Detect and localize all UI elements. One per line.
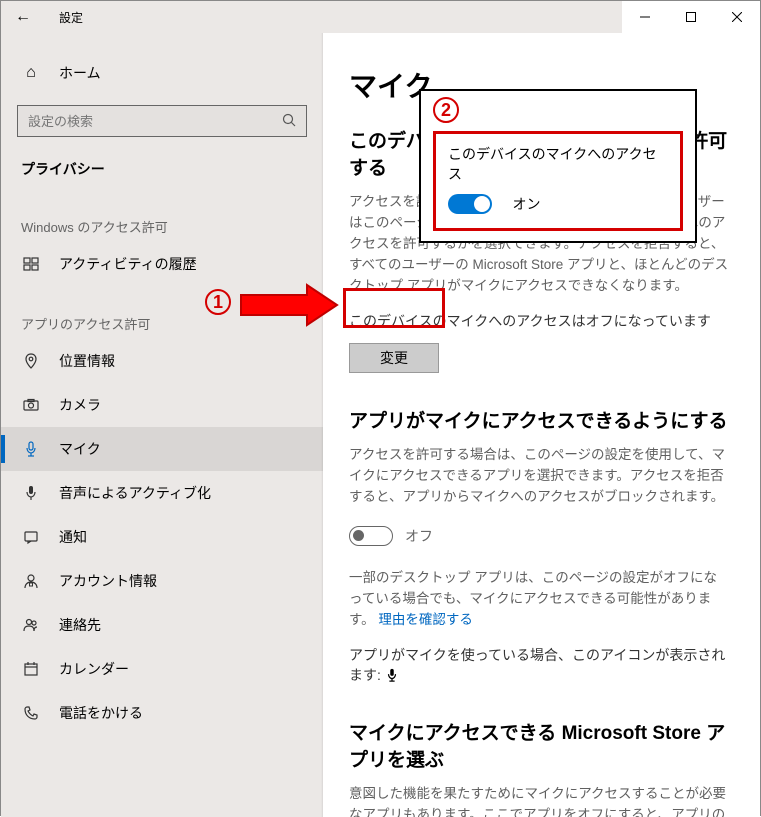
popup-toggle-label: オン (512, 196, 540, 212)
phone-icon (21, 705, 41, 721)
sidebar-item-label: カレンダー (59, 659, 129, 679)
microphone-indicator-icon (385, 668, 399, 685)
annotation-highlight-popup: このデバイスのマイクへのアクセス オン (433, 131, 683, 231)
section-heading: アプリがマイクにアクセスできるようにする (349, 409, 730, 436)
titlebar: ← 設定 (1, 1, 760, 33)
section-heading: マイクにアクセスできる Microsoft Store アプリを選ぶ (349, 721, 730, 774)
sidebar: ⌂ ホーム プライバシー Windows のアクセス許可 アクティビティの履歴 … (1, 33, 323, 817)
account-icon (21, 573, 41, 589)
search-box[interactable] (17, 105, 307, 137)
mic-indicator-note: アプリがマイクを使っている場合、このアイコンが表示されます: (349, 645, 730, 685)
popup-toggle-on[interactable] (448, 194, 492, 214)
search-input[interactable] (28, 114, 282, 129)
sidebar-item-camera[interactable]: カメラ (1, 383, 323, 427)
back-button[interactable]: ← (1, 1, 45, 33)
category-label: プライバシー (1, 137, 323, 189)
home-icon: ⌂ (21, 64, 41, 82)
maximize-button[interactable] (668, 1, 714, 33)
home-label: ホーム (59, 63, 101, 83)
toggle-state-label: オフ (405, 526, 433, 546)
search-icon (282, 113, 296, 130)
popup-title: このデバイスのマイクへのアクセス (448, 144, 668, 184)
learn-why-link[interactable]: 理由を確認する (378, 612, 473, 627)
sidebar-item-account-info[interactable]: アカウント情報 (1, 559, 323, 603)
section-store-apps: マイクにアクセスできる Microsoft Store アプリを選ぶ 意図した機… (349, 721, 730, 817)
annotation-marker-1: 1 (205, 289, 231, 315)
sidebar-item-label: カメラ (59, 395, 101, 415)
home-nav[interactable]: ⌂ ホーム (1, 55, 323, 91)
annotation-marker-2: 2 (433, 97, 459, 123)
annotation-popup: このデバイスのマイクへのアクセス オン (419, 89, 697, 243)
section-app-access: アプリがマイクにアクセスできるようにする アクセスを許可する場合は、このページの… (349, 409, 730, 685)
contacts-icon (21, 617, 41, 633)
app-access-toggle[interactable] (349, 526, 393, 546)
sidebar-item-label: 通知 (59, 527, 87, 547)
sidebar-item-label: アクティビティの履歴 (59, 254, 197, 274)
sidebar-item-label: アカウント情報 (59, 571, 157, 591)
sidebar-item-label: 音声によるアクティブ化 (59, 483, 211, 503)
sidebar-item-label: 位置情報 (59, 351, 115, 371)
minimize-button[interactable] (622, 1, 668, 33)
sidebar-item-phone-calls[interactable]: 電話をかける (1, 691, 323, 735)
sidebar-item-label: 連絡先 (59, 615, 101, 635)
sidebar-item-activity-history[interactable]: アクティビティの履歴 (1, 242, 323, 286)
sidebar-item-voice-activation[interactable]: 音声によるアクティブ化 (1, 471, 323, 515)
history-icon (21, 256, 41, 272)
section-description: 意図した機能を果たすためにマイクにアクセスすることが必要なアプリもあります。ここ… (349, 784, 730, 817)
annotation-highlight-change-button (343, 288, 445, 328)
sidebar-item-location[interactable]: 位置情報 (1, 339, 323, 383)
voice-icon (21, 485, 41, 501)
sidebar-item-notifications[interactable]: 通知 (1, 515, 323, 559)
desktop-apps-note: 一部のデスクトップ アプリは、このページの設定がオフになっている場合でも、マイク… (349, 568, 730, 631)
microphone-icon (21, 441, 41, 457)
close-button[interactable] (714, 1, 760, 33)
camera-icon (21, 397, 41, 413)
change-button[interactable]: 変更 (349, 343, 439, 373)
annotation-arrow-1 (237, 283, 341, 327)
calendar-icon (21, 661, 41, 677)
section-windows-perms: Windows のアクセス許可 (1, 189, 323, 242)
window-title: 設定 (59, 9, 83, 26)
window-controls (622, 1, 760, 33)
sidebar-item-contacts[interactable]: 連絡先 (1, 603, 323, 647)
notification-icon (21, 529, 41, 545)
sidebar-item-calendar[interactable]: カレンダー (1, 647, 323, 691)
location-icon (21, 353, 41, 369)
sidebar-item-microphone[interactable]: マイク (1, 427, 323, 471)
sidebar-item-label: マイク (59, 439, 101, 459)
section-description: アクセスを許可する場合は、このページの設定を使用して、マイクにアクセスできるアプ… (349, 445, 730, 508)
sidebar-item-label: 電話をかける (59, 703, 143, 723)
